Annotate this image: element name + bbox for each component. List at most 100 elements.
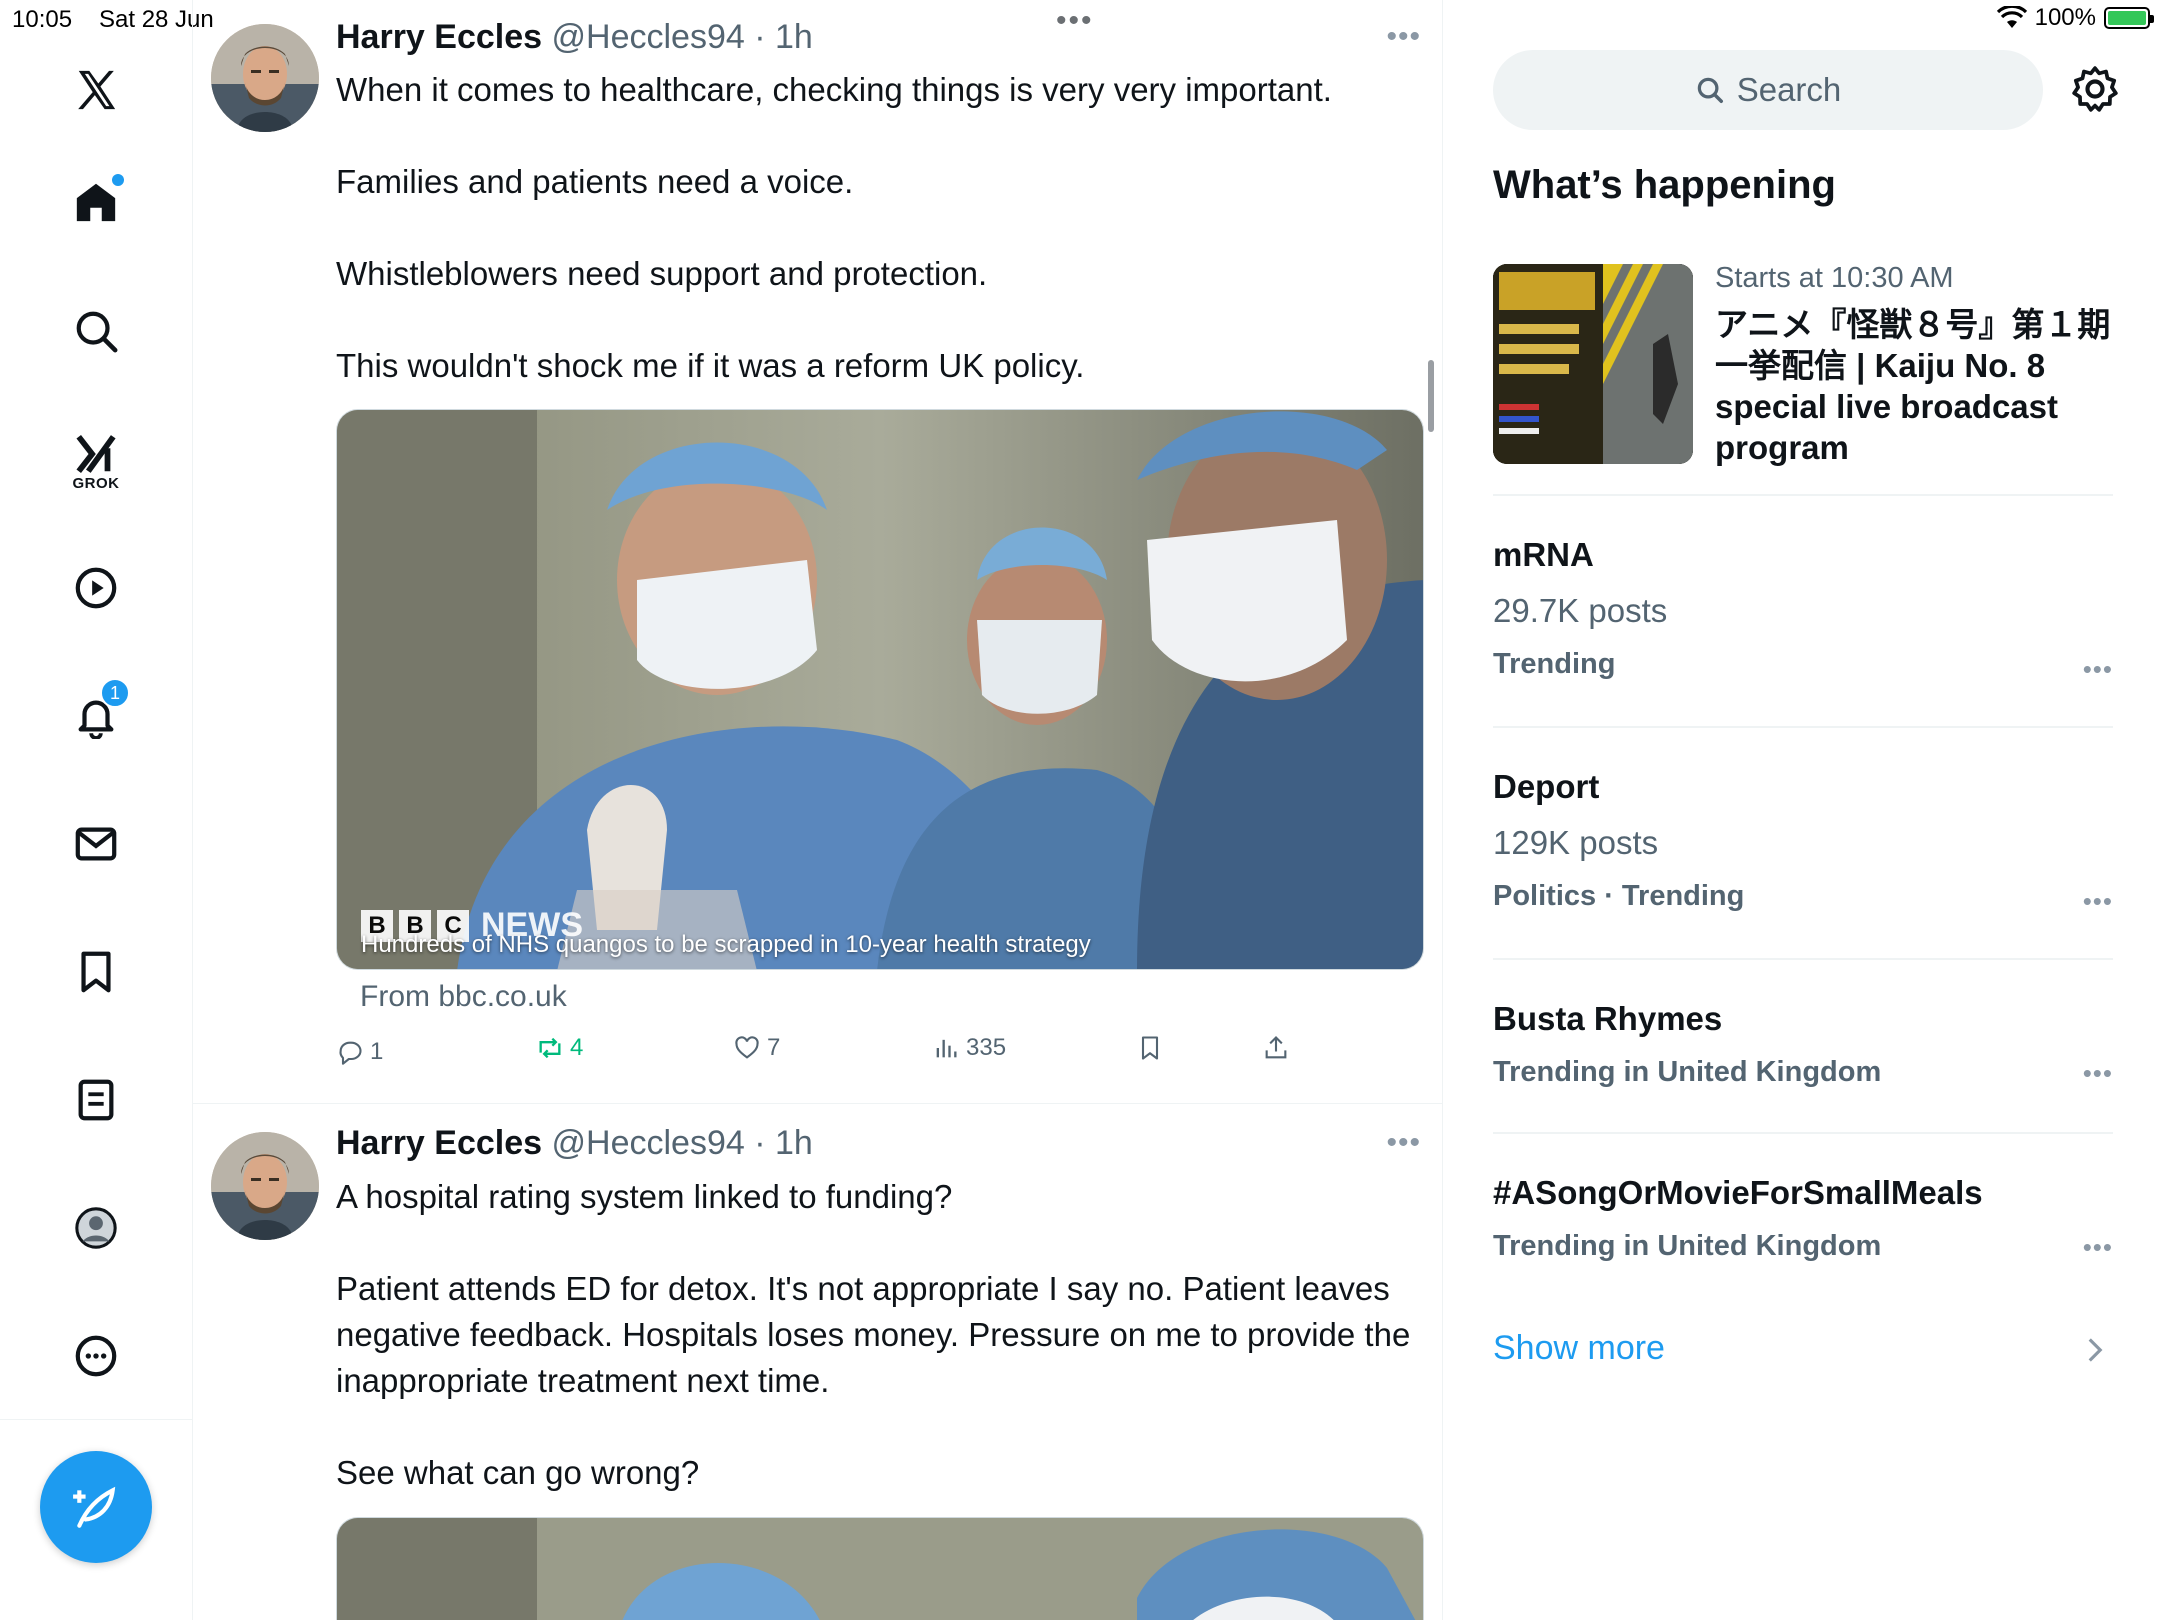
nav-more[interactable] (66, 1326, 126, 1386)
trend-item[interactable]: Busta Rhymes Trending in United Kingdom … (1493, 1000, 2113, 1089)
profile-icon (75, 1207, 117, 1249)
repost-button[interactable]: 4 (536, 1034, 583, 1062)
search-icon (1697, 77, 1723, 103)
avatar-photo (211, 24, 319, 132)
reply-button[interactable]: 1 (336, 1038, 383, 1066)
mail-icon (75, 827, 117, 861)
search-input[interactable]: Search (1493, 50, 2043, 130)
show-more-link[interactable]: Show more (1493, 1329, 1665, 1368)
trend-more-button[interactable]: ••• (2083, 1058, 2113, 1089)
like-button[interactable]: 7 (733, 1034, 780, 1062)
tweet-paragraph: This wouldn't shock me if it was a refor… (336, 347, 1085, 384)
home-unread-dot (112, 174, 124, 186)
views-chart-icon (936, 1039, 957, 1058)
trend-item[interactable]: Deport 129K posts Politics · Trending ••… (1493, 768, 2113, 916)
bookmark-icon (1141, 1036, 1159, 1060)
nav-messages[interactable] (66, 814, 126, 874)
event-title: アニメ『怪獣８号』第１期一挙配信 | Kaiju No. 8 special l… (1715, 306, 2111, 466)
reply-icon (339, 1041, 362, 1065)
trend-name: Busta Rhymes (1493, 1000, 1723, 1037)
notifications-badge: 1 (100, 678, 130, 708)
reply-count: 1 (370, 1038, 384, 1065)
trend-item[interactable]: mRNA 29.7K posts Trending ••• (1493, 536, 2113, 684)
tweet-more-button[interactable]: ••• (1386, 1126, 1421, 1160)
nav-bookmarks[interactable] (66, 942, 126, 1002)
trend-more-button[interactable]: ••• (2083, 654, 2113, 685)
link-card-headline: Hundreds of NHS quangos to be scrapped i… (361, 931, 1091, 958)
bookmark-button[interactable] (1136, 1034, 1164, 1062)
avatar[interactable] (211, 24, 319, 132)
compose-button[interactable] (40, 1451, 152, 1563)
tweet-header: Harry Eccles @Heccles94 · 1h (336, 18, 813, 57)
nav-grok[interactable]: GROK (66, 424, 126, 492)
sidebar-divider (1493, 494, 2113, 496)
search-placeholder: Search (1736, 71, 1842, 108)
surgeons-photo (337, 410, 1423, 969)
search-icon (76, 311, 118, 353)
nav-home[interactable] (66, 172, 126, 232)
timeline: Harry Eccles @Heccles94 · 1h ••• When it… (193, 0, 1443, 1620)
share-button[interactable] (1262, 1034, 1290, 1062)
tweet-header: Harry Eccles @Heccles94 · 1h (336, 1124, 813, 1163)
avatar[interactable] (211, 1132, 319, 1240)
trend-post-count: 129K posts (1493, 824, 1659, 861)
like-count: 7 (767, 1034, 781, 1061)
trend-name: #ASongOrMovieForSmallMeals (1493, 1174, 1983, 1211)
home-icon (76, 183, 116, 222)
right-sidebar: Search What’s happening Starts at 10:30 (1444, 0, 2160, 1620)
tweet-more-button[interactable]: ••• (1386, 20, 1421, 54)
trend-item[interactable]: #ASongOrMovieForSmallMeals Trending in U… (1493, 1174, 2113, 1263)
trend-more-button[interactable]: ••• (2083, 886, 2113, 917)
author-handle[interactable]: @Heccles94 · 1h (552, 1124, 813, 1162)
video-icon (75, 567, 117, 609)
gear-icon[interactable] (2070, 64, 2120, 114)
kaiju-poster-image (1493, 264, 1693, 464)
event-thumbnail (1493, 264, 1693, 464)
tweet-media[interactable] (336, 1517, 1424, 1620)
more-icon (75, 1335, 117, 1377)
author-name[interactable]: Harry Eccles (336, 18, 542, 56)
live-event[interactable]: Starts at 10:30 AM アニメ『怪獣８号』第１期一挙配信 | Ka… (1493, 262, 2113, 484)
grok-icon (76, 434, 116, 474)
grok-label: GROK (72, 475, 120, 492)
sidebar-divider (1493, 1132, 2113, 1134)
nav-explore[interactable] (66, 301, 126, 361)
trend-context: Trending in United Kingdom (1493, 1230, 1882, 1262)
sidebar-divider (1493, 726, 2113, 728)
tweet-text: A hospital rating system linked to fundi… (336, 1174, 1426, 1496)
repost-icon (539, 1037, 561, 1059)
nav-profile[interactable] (66, 1198, 126, 1258)
trend-name: Deport (1493, 768, 1600, 805)
tweet-divider (193, 1103, 1442, 1104)
tweet-paragraph: Families and patients need a voice. (336, 163, 854, 200)
nav-notifications[interactable]: 1 (66, 678, 130, 746)
chevron-right-icon[interactable] (2084, 1336, 2106, 1364)
link-source[interactable]: From bbc.co.uk (360, 980, 567, 1014)
tweet-text: When it comes to healthcare, checking th… (336, 67, 1426, 389)
timeline-scrollbar[interactable] (1428, 360, 1434, 432)
sidebar-divider (1493, 958, 2113, 960)
tweet-paragraph: See what can go wrong? (336, 1454, 700, 1491)
tweet-paragraph: Whistleblowers need support and protecti… (336, 255, 988, 292)
nav-video[interactable] (66, 558, 126, 618)
x-logo-icon (78, 70, 116, 110)
author-handle[interactable]: @Heccles94 · 1h (552, 18, 813, 56)
tweet-paragraph: A hospital rating system linked to fundi… (336, 1178, 953, 1215)
share-icon (1265, 1036, 1287, 1059)
tweet-actions: 1 4 7 335 (336, 1034, 1426, 1074)
repost-count: 4 (570, 1034, 584, 1061)
link-card-media[interactable]: B B C NEWS Hundreds of NHS quangos to be… (336, 409, 1424, 970)
nav-divider (0, 1419, 193, 1420)
views-button[interactable]: 335 (932, 1034, 1006, 1062)
event-time: Starts at 10:30 AM (1715, 262, 1954, 294)
x-logo[interactable] (66, 60, 126, 120)
trend-more-button[interactable]: ••• (2083, 1232, 2113, 1263)
author-name[interactable]: Harry Eccles (336, 1124, 542, 1162)
trend-context: Politics · Trending (1493, 880, 1745, 912)
avatar-photo (211, 1132, 319, 1240)
tweet-paragraph: Patient attends ED for detox. It's not a… (336, 1270, 1411, 1399)
trend-name: mRNA (1493, 536, 1594, 573)
nav-lists[interactable] (66, 1070, 126, 1130)
surgeons-photo (337, 1518, 1423, 1620)
list-icon (78, 1079, 114, 1121)
